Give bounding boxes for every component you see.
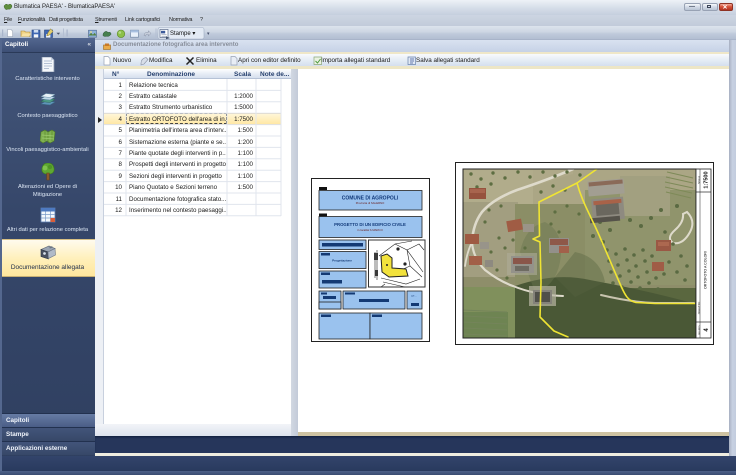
svg-text:PROGETTO DI UN EDIFICIO CIVILE: PROGETTO DI UN EDIFICIO CIVILE: [334, 222, 406, 227]
svg-text:OGGETTO:: OGGETTO:: [698, 301, 701, 314]
svg-text:Provincia di SALERNO: Provincia di SALERNO: [356, 201, 385, 205]
svg-text:N°...: N°...: [411, 294, 416, 298]
svg-text:GRUPPO:: GRUPPO:: [699, 325, 701, 335]
svg-text:ORTOFOTO A COLORI: ORTOFOTO A COLORI: [704, 251, 708, 289]
svg-text:Progettazione: Progettazione: [332, 259, 352, 263]
svg-text:in località S.MARCO: in località S.MARCO: [357, 228, 383, 232]
svg-text:1:7500: 1:7500: [704, 171, 710, 188]
svg-text:SCALA: SCALA: [698, 176, 701, 184]
